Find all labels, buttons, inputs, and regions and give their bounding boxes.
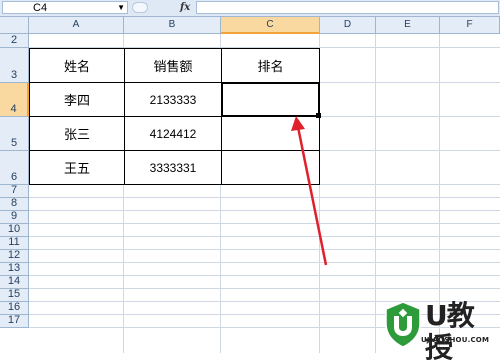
watermark-logo: U教授 UJIAOSHOU.COM xyxy=(383,298,498,364)
shield-logo-icon xyxy=(385,301,421,348)
watermark-brand: U教授 xyxy=(425,299,475,364)
annotation-arrow-head xyxy=(291,116,305,131)
watermark-url: UJIAOSHOU.COM xyxy=(421,336,490,344)
annotation-arrow-line xyxy=(296,126,328,266)
